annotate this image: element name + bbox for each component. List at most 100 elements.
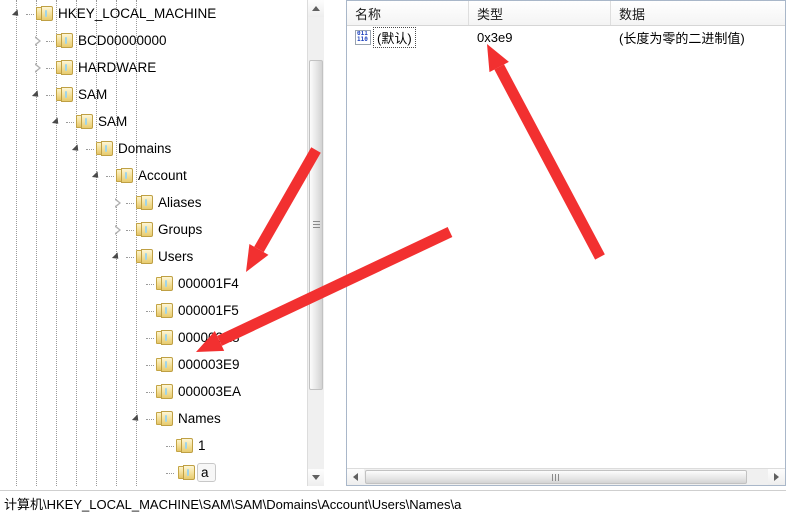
folder-icon bbox=[56, 60, 73, 75]
folder-icon bbox=[56, 87, 73, 102]
tree-item-label: 000001F5 bbox=[178, 303, 239, 318]
tree-connector-line bbox=[146, 276, 156, 292]
tree-connector-line bbox=[86, 141, 96, 157]
tree-item-hkey-local-machine[interactable]: HKEY_LOCAL_MACHINE bbox=[0, 0, 324, 27]
folder-icon bbox=[156, 303, 173, 318]
value-scrollbar-thumb[interactable] bbox=[365, 470, 747, 484]
expand-triangle-icon[interactable] bbox=[30, 60, 46, 76]
value-name-cell[interactable]: 011 110 (默认) bbox=[347, 26, 469, 48]
tree-item-000003e8[interactable]: 000003E8 bbox=[0, 324, 324, 351]
registry-tree-list[interactable]: HKEY_LOCAL_MACHINE BCD00000000 HARDWARE SAM… bbox=[0, 0, 324, 486]
tree-item-label: Aliases bbox=[158, 195, 202, 210]
tree-item-000001f5[interactable]: 000001F5 bbox=[0, 297, 324, 324]
collapse-triangle-icon[interactable] bbox=[110, 249, 126, 265]
folder-icon bbox=[156, 384, 173, 399]
value-list-body[interactable]: 011 110 (默认) 0x3e9 (长度为零的二进制值) bbox=[347, 26, 785, 48]
tree-item-aliases[interactable]: Aliases bbox=[0, 189, 324, 216]
folder-icon bbox=[176, 438, 193, 453]
value-data-cell: (长度为零的二进制值) bbox=[619, 30, 745, 46]
folder-icon bbox=[136, 222, 153, 237]
tree-item-label: Users bbox=[158, 249, 194, 264]
value-list-header: 名称 类型 数据 bbox=[347, 1, 785, 26]
tree-item-domains[interactable]: Domains bbox=[0, 135, 324, 162]
expand-triangle-icon[interactable] bbox=[30, 33, 46, 49]
registry-tree-pane[interactable]: HKEY_LOCAL_MACHINE BCD00000000 HARDWARE SAM… bbox=[0, 0, 325, 486]
tree-connector-line bbox=[146, 330, 156, 346]
tree-item-users[interactable]: Users bbox=[0, 243, 324, 270]
folder-icon bbox=[36, 6, 53, 21]
tree-item-hardware[interactable]: HARDWARE bbox=[0, 54, 324, 81]
tree-connector-line bbox=[146, 303, 156, 319]
column-header-name[interactable]: 名称 bbox=[347, 1, 469, 25]
tree-item-000003ea[interactable]: 000003EA bbox=[0, 378, 324, 405]
expand-triangle-icon[interactable] bbox=[110, 195, 126, 211]
registry-value-pane[interactable]: 名称 类型 数据 011 110 (默认) 0x3e9 (长度为零的二进制值) bbox=[346, 0, 786, 486]
collapse-triangle-icon[interactable] bbox=[90, 168, 106, 184]
collapse-triangle-icon[interactable] bbox=[50, 114, 66, 130]
folder-icon bbox=[156, 411, 173, 426]
scroll-right-arrow-button[interactable] bbox=[768, 469, 785, 485]
status-bar-path: 计算机\HKEY_LOCAL_MACHINE\SAM\SAM\Domains\A… bbox=[4, 496, 462, 512]
tree-item-groups[interactable]: Groups bbox=[0, 216, 324, 243]
collapse-triangle-icon[interactable] bbox=[130, 411, 146, 427]
tree-connector-line bbox=[126, 195, 136, 211]
tree-item-bcd00000000[interactable]: BCD00000000 bbox=[0, 27, 324, 54]
status-bar: 计算机\HKEY_LOCAL_MACHINE\SAM\SAM\Domains\A… bbox=[0, 490, 786, 515]
tree-connector-line bbox=[146, 384, 156, 400]
tree-item-names[interactable]: Names bbox=[0, 405, 324, 432]
column-header-type[interactable]: 类型 bbox=[469, 1, 611, 25]
tree-item-label: HKEY_LOCAL_MACHINE bbox=[58, 6, 217, 21]
collapse-triangle-icon[interactable] bbox=[30, 87, 46, 103]
tree-connector-line bbox=[46, 60, 56, 76]
tree-connector-line bbox=[46, 87, 56, 103]
scroll-left-arrow-button[interactable] bbox=[347, 469, 364, 485]
tree-connector-line bbox=[106, 168, 116, 184]
value-row[interactable]: 011 110 (默认) 0x3e9 (长度为零的二进制值) bbox=[347, 26, 785, 48]
tree-item-label: 000003E8 bbox=[178, 330, 240, 345]
tree-connector-line bbox=[146, 357, 156, 373]
tree-item-1[interactable]: 1 bbox=[0, 432, 324, 459]
folder-icon bbox=[116, 168, 133, 183]
tree-item-000001f4[interactable]: 000001F4 bbox=[0, 270, 324, 297]
expand-triangle-icon[interactable] bbox=[110, 222, 126, 238]
scroll-right-arrow-icon bbox=[774, 473, 779, 481]
tree-item-label: 000001F4 bbox=[178, 276, 239, 291]
tree-connector-line bbox=[146, 411, 156, 427]
tree-item-label: 000003EA bbox=[178, 384, 242, 399]
column-header-data[interactable]: 数据 bbox=[611, 1, 785, 25]
tree-item-label: Groups bbox=[158, 222, 203, 237]
tree-item-sam[interactable]: SAM bbox=[0, 81, 324, 108]
tree-connector-line bbox=[126, 222, 136, 238]
tree-connector-line bbox=[66, 114, 76, 130]
tree-connector-line bbox=[166, 438, 176, 454]
tree-item-label: Names bbox=[178, 411, 221, 426]
tree-item-000003e9[interactable]: 000003E9 bbox=[0, 351, 324, 378]
folder-icon bbox=[156, 330, 173, 345]
tree-item-label: SAM bbox=[78, 87, 108, 102]
tree-item-label: HARDWARE bbox=[78, 60, 157, 75]
tree-item-sam[interactable]: SAM bbox=[0, 108, 324, 135]
tree-connector-line bbox=[26, 6, 36, 22]
folder-icon bbox=[136, 195, 153, 210]
folder-icon bbox=[56, 33, 73, 48]
scroll-left-arrow-icon bbox=[353, 473, 358, 481]
value-type-cell: 0x3e9 bbox=[477, 29, 513, 45]
folder-icon bbox=[76, 114, 93, 129]
tree-item-label: 1 bbox=[198, 438, 206, 453]
value-horizontal-scrollbar[interactable] bbox=[347, 468, 785, 485]
tree-item-account[interactable]: Account bbox=[0, 162, 324, 189]
tree-item-label: a bbox=[197, 463, 216, 482]
tree-item-label: SAM bbox=[98, 114, 128, 129]
tree-item-a[interactable]: a bbox=[0, 459, 324, 486]
value-name-text: (默认) bbox=[373, 26, 416, 48]
collapse-triangle-icon[interactable] bbox=[70, 141, 86, 157]
collapse-triangle-icon[interactable] bbox=[10, 6, 26, 22]
registry-editor-window: HKEY_LOCAL_MACHINE BCD00000000 HARDWARE SAM… bbox=[0, 0, 786, 515]
